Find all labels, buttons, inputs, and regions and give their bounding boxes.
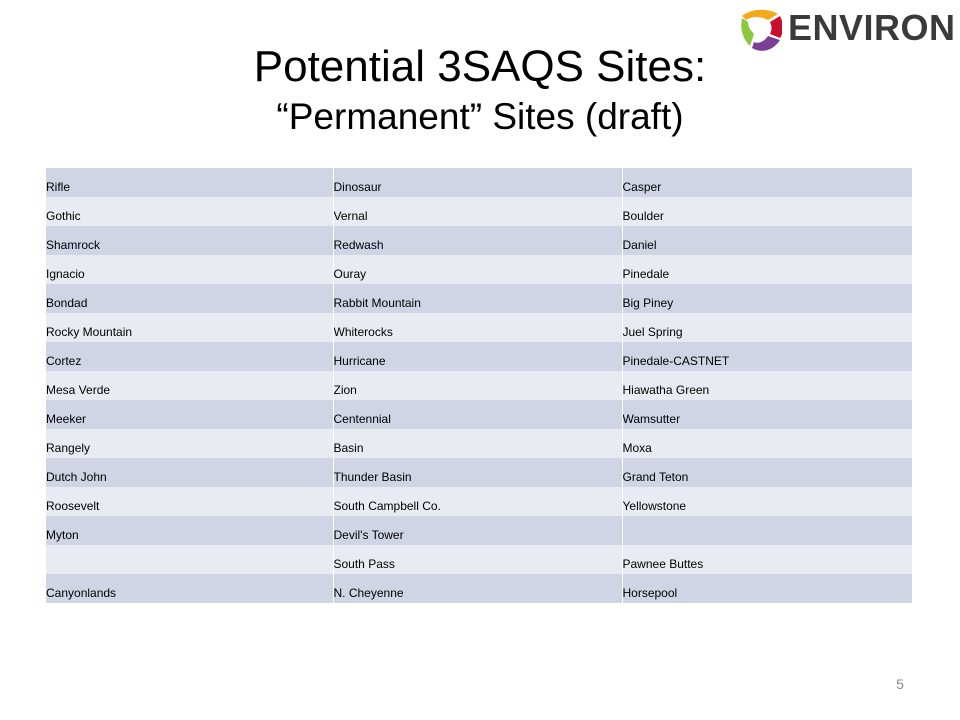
table-cell: Redwash [332, 226, 622, 255]
page-number: 5 [896, 676, 904, 692]
table-cell [46, 545, 333, 574]
table-cell: Hurricane [332, 342, 622, 371]
table-cell: Wamsutter [621, 400, 912, 429]
table-row: Cortez Hurricane Pinedale-CASTNET [46, 342, 912, 371]
table-cell: Rabbit Mountain [332, 284, 622, 313]
table-cell: Myton [46, 516, 333, 545]
table-row: Rifle Dinosaur Casper [46, 168, 912, 197]
table-cell: Grand Teton [621, 458, 912, 487]
table-cell: Meeker [46, 400, 333, 429]
table-cell: Dutch John [46, 458, 333, 487]
table-cell: Canyonlands [46, 574, 333, 603]
table-cell: Thunder Basin [332, 458, 622, 487]
table-cell: Hiawatha Green [621, 371, 912, 400]
table-cell: Dinosaur [332, 168, 622, 197]
table-row: Bondad Rabbit Mountain Big Piney [46, 284, 912, 313]
table-cell: Pinedale-CASTNET [621, 342, 912, 371]
table-cell: Ouray [332, 255, 622, 284]
sites-table: Rifle Dinosaur Casper Gothic Vernal Boul… [46, 168, 912, 603]
table-cell: Casper [621, 168, 912, 197]
slide-title-subtitle: “Permanent” Sites (draft) [276, 96, 684, 137]
table-row: Meeker Centennial Wamsutter [46, 400, 912, 429]
table-cell: South Pass [332, 545, 622, 574]
sites-table-body: Rifle Dinosaur Casper Gothic Vernal Boul… [46, 168, 912, 603]
table-cell: Moxa [621, 429, 912, 458]
table-row: Gothic Vernal Boulder [46, 197, 912, 226]
table-cell: Ignacio [46, 255, 333, 284]
table-cell: Juel Spring [621, 313, 912, 342]
table-cell: Yellowstone [621, 487, 912, 516]
table-cell: Basin [332, 429, 622, 458]
logo-leaf-red [770, 16, 782, 38]
table-row: Shamrock Redwash Daniel [46, 226, 912, 255]
table-cell: Mesa Verde [46, 371, 333, 400]
table-cell: Big Piney [621, 284, 912, 313]
table-cell: Centennial [332, 400, 622, 429]
table-cell: Zion [332, 371, 622, 400]
table-cell: South Campbell Co. [332, 487, 622, 516]
table-cell: Rocky Mountain [46, 313, 333, 342]
table-cell: Gothic [46, 197, 333, 226]
table-cell: Pawnee Buttes [621, 545, 912, 574]
slide-title: Potential 3SAQS Sites: “Permanent” Sites… [0, 40, 960, 140]
table-row: Mesa Verde Zion Hiawatha Green [46, 371, 912, 400]
table-row: Rangely Basin Moxa [46, 429, 912, 458]
logo-leaf-orange [742, 9, 778, 20]
table-cell [621, 516, 912, 545]
table-row: Roosevelt South Campbell Co. Yellowstone [46, 487, 912, 516]
table-row: Rocky Mountain Whiterocks Juel Spring [46, 313, 912, 342]
table-row: South Pass Pawnee Buttes [46, 545, 912, 574]
table-cell: Cortez [46, 342, 333, 371]
table-row: Ignacio Ouray Pinedale [46, 255, 912, 284]
table-cell: Shamrock [46, 226, 333, 255]
table-row: Canyonlands N. Cheyenne Horsepool [46, 574, 912, 603]
table-cell: Pinedale [621, 255, 912, 284]
table-cell: Whiterocks [332, 313, 622, 342]
table-cell: Horsepool [621, 574, 912, 603]
table-cell: N. Cheyenne [332, 574, 622, 603]
table-cell: Rangely [46, 429, 333, 458]
table-cell: Vernal [332, 197, 622, 226]
table-cell: Rifle [46, 168, 333, 197]
table-cell: Boulder [621, 197, 912, 226]
table-cell: Devil's Tower [332, 516, 622, 545]
table-cell: Roosevelt [46, 487, 333, 516]
slide-title-main: Potential 3SAQS Sites: [253, 42, 707, 91]
table-row: Myton Devil's Tower [46, 516, 912, 545]
table-cell: Bondad [46, 284, 333, 313]
table-cell: Daniel [621, 226, 912, 255]
table-row: Dutch John Thunder Basin Grand Teton [46, 458, 912, 487]
